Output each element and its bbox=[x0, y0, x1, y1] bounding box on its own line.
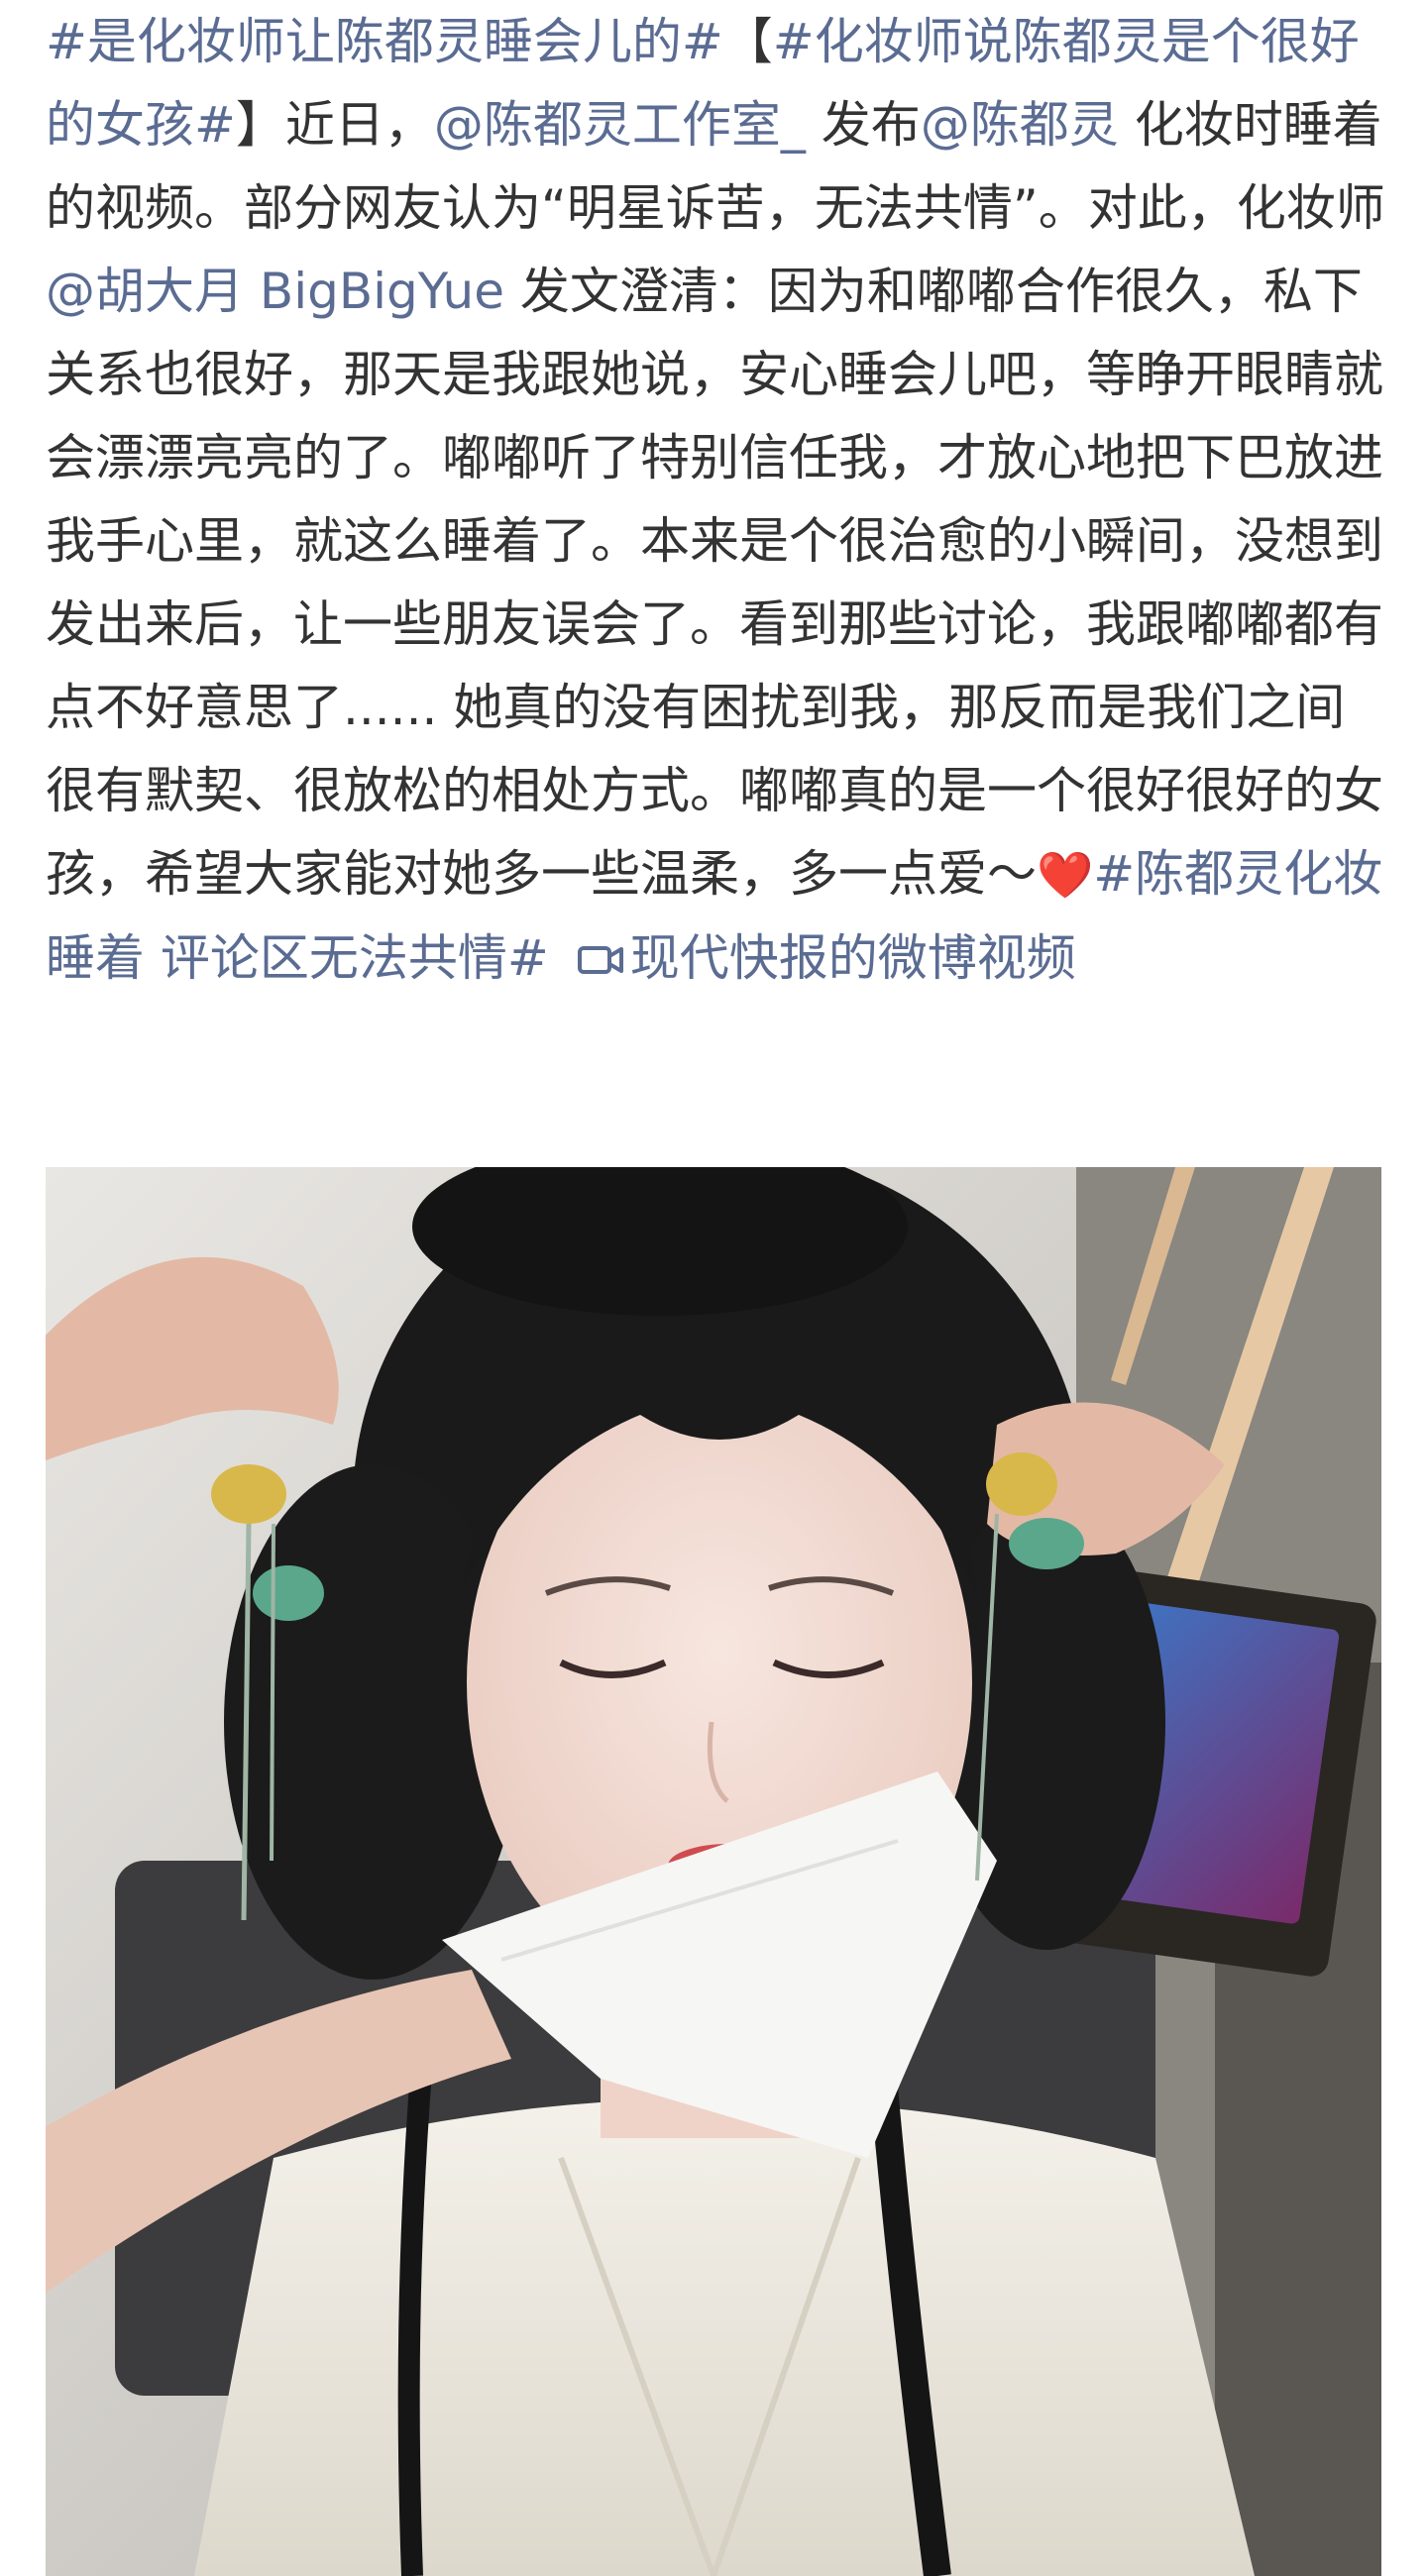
post-body-text: #是化妆师让陈都灵睡会儿的#【#化妆师说陈都灵是个很好的女孩#】近日，@陈都灵工… bbox=[46, 0, 1387, 1000]
mention-chen-duling[interactable]: @陈都灵 bbox=[921, 96, 1119, 154]
bracket-open: 【 bbox=[722, 13, 773, 70]
weibo-post: #是化妆师让陈都灵睡会儿的#【#化妆师说陈都灵是个很好的女孩#】近日，@陈都灵工… bbox=[0, 0, 1427, 2576]
text-body-2: 发文澄清：因为和嘟嘟合作很久，私下关系也很好，那天是我跟她说，安心睡会儿吧，等睁… bbox=[46, 263, 1383, 903]
mention-makeup-artist[interactable]: @胡大月 BigBigYue bbox=[46, 263, 504, 320]
video-link[interactable]: 现代快报的微博视频 bbox=[549, 929, 1076, 987]
heart-emoji: ❤️ bbox=[1037, 848, 1094, 902]
topic-tag-sleep[interactable]: #是化妆师让陈都灵睡会儿的# bbox=[46, 13, 723, 70]
text-recent: 】近日， bbox=[235, 96, 434, 154]
video-camera-icon bbox=[577, 941, 624, 979]
mention-studio[interactable]: @陈都灵工作室_ bbox=[434, 96, 806, 154]
text-publish: 发布 bbox=[805, 96, 921, 154]
video-photo[interactable] bbox=[46, 1167, 1381, 2576]
video-link-label: 现代快报的微博视频 bbox=[629, 929, 1076, 987]
post-video-thumbnail[interactable] bbox=[46, 1167, 1381, 2576]
